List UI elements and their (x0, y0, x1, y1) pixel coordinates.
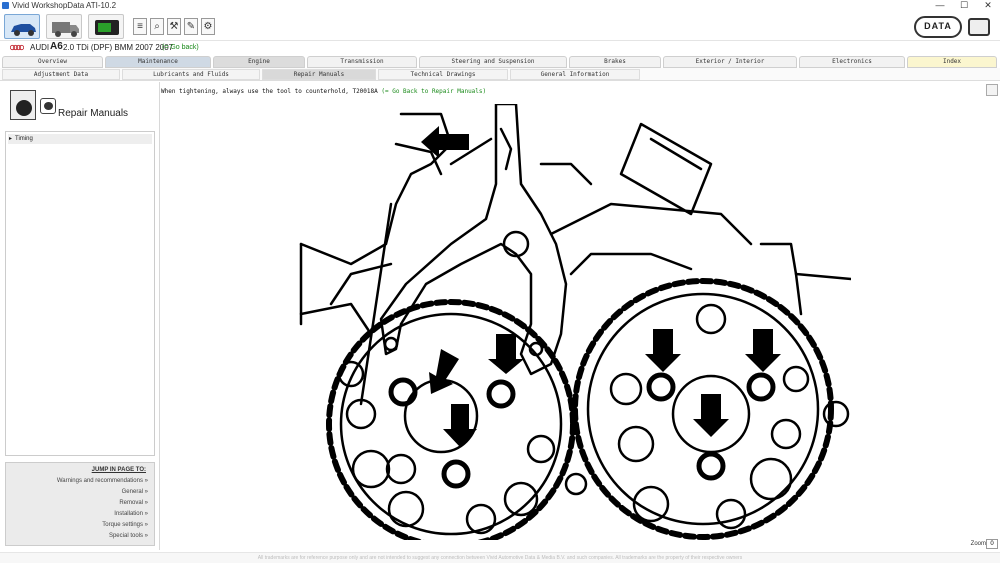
repair-manual-icon (10, 90, 36, 120)
toolbar: ≡ ⌕ ⚒ ✎ ⚙ DATA (0, 11, 1000, 41)
zoom-input[interactable]: 0 (986, 539, 998, 549)
zoom-label: Zoom (970, 541, 986, 547)
back-to-repair-manuals-link[interactable]: (= Go Back to Repair Manuals) (381, 88, 486, 95)
tab-maintenance[interactable]: Maintenance (105, 56, 211, 68)
sidebar-header: Repair Manuals (8, 90, 156, 124)
instruction-line: When tightening, always use the tool to … (161, 88, 486, 95)
sidebar-item-timing[interactable]: ▸ Timing (8, 134, 152, 144)
jump-link-general[interactable]: General » (122, 489, 148, 495)
caret-right-icon: ▸ (9, 136, 13, 142)
sub-tabs: Adjustment Data Lubricants and Fluids Re… (0, 68, 1000, 81)
instruction-text: When tightening, always use the tool to … (161, 88, 378, 95)
wrench-tool-button[interactable]: ⚒ (167, 18, 181, 35)
tab-transmission[interactable]: Transmission (307, 56, 417, 68)
tab-electronics[interactable]: Electronics (799, 56, 905, 68)
content-pane: When tightening, always use the tool to … (161, 82, 1000, 550)
go-back-link[interactable]: (= Go back) (162, 41, 199, 54)
app-window: Vivid WorkshopData ATI-10.2 — ☐ ✕ ≡ ⌕ ⚒ … (0, 0, 1000, 563)
vehicle-info: AUDI A6 2.0 TDi (DPF) BMM 2007 2007 (= G… (0, 41, 1000, 54)
audi-rings-icon (10, 44, 24, 51)
app-icon (2, 2, 9, 9)
vehicle-model: A6 (50, 41, 63, 52)
close-button[interactable]: ✕ (978, 0, 998, 11)
jump-heading: JUMP IN PAGE TO: (91, 467, 146, 473)
document-icon: ≡ (137, 21, 143, 32)
footer-disclaimer: All trademarks are for reference purpose… (0, 552, 1000, 563)
document-tool-button[interactable]: ≡ (133, 18, 147, 35)
jump-link-special-tools[interactable]: Special tools » (109, 533, 148, 539)
subtab-lubricants-and-fluids[interactable]: Lubricants and Fluids (122, 69, 260, 80)
jump-link-removal[interactable]: Removal » (119, 500, 148, 506)
tab-index[interactable]: Index (907, 56, 997, 68)
sidebar-title: Repair Manuals (58, 108, 129, 119)
tools-tool-button[interactable]: ⚙ (201, 18, 215, 35)
subtab-adjustment-data[interactable]: Adjustment Data (2, 69, 120, 80)
tools-icon: ⚙ (203, 21, 213, 32)
truck-icon (52, 22, 79, 37)
battery-icon-button[interactable] (88, 14, 124, 39)
window-title: Vivid WorkshopData ATI-10.2 (12, 1, 117, 10)
tab-steering-and-suspension[interactable]: Steering and Suspension (419, 56, 567, 68)
title-bar: Vivid WorkshopData ATI-10.2 — ☐ ✕ (0, 0, 1000, 11)
tab-overview[interactable]: Overview (2, 56, 103, 68)
sidebar-list: ▸ Timing (5, 131, 155, 456)
car-icon-button[interactable] (4, 14, 40, 39)
subtab-general-information[interactable]: General Information (510, 69, 640, 80)
jump-link-installation[interactable]: Installation » (114, 511, 148, 517)
car-icon (11, 24, 36, 36)
jump-link-warnings[interactable]: Warnings and recommendations » (57, 478, 148, 484)
truck-icon-button[interactable] (46, 14, 82, 39)
tab-exterior-interior[interactable]: Exterior / Interior (663, 56, 797, 68)
main-tabs: Overview Maintenance Engine Transmission… (2, 56, 998, 68)
tab-engine[interactable]: Engine (213, 56, 305, 68)
minimize-button[interactable]: — (930, 0, 950, 11)
vehicle-engine: 2.0 TDi (DPF) BMM 2007 2007 (63, 43, 174, 52)
maximize-button[interactable]: ☐ (954, 0, 974, 11)
jump-link-torque-settings[interactable]: Torque settings » (102, 522, 148, 528)
workshopdata-logo: DATA (914, 16, 962, 38)
search-icon: ⌕ (154, 21, 160, 32)
application-logo-icon (968, 18, 990, 36)
subtab-technical-drawings[interactable]: Technical Drawings (378, 69, 508, 80)
edit-icon: ✎ (186, 21, 196, 32)
camshaft-sprocket-drawing (299, 104, 851, 540)
tab-brakes[interactable]: Brakes (569, 56, 661, 68)
content-scroll-button[interactable] (986, 84, 998, 96)
battery-icon (95, 20, 119, 35)
subtab-repair-manuals[interactable]: Repair Manuals (262, 69, 376, 80)
vehicle-make: AUDI (30, 43, 50, 52)
sidebar-item-label: Timing (15, 136, 33, 142)
jump-in-page-panel: JUMP IN PAGE TO: Warnings and recommenda… (5, 462, 155, 546)
edit-tool-button[interactable]: ✎ (184, 18, 198, 35)
wrench-icon: ⚒ (169, 21, 179, 32)
camera-icon (40, 98, 56, 114)
search-tool-button[interactable]: ⌕ (150, 18, 164, 35)
sidebar: Repair Manuals ▸ Timing JUMP IN PAGE TO:… (0, 82, 160, 550)
